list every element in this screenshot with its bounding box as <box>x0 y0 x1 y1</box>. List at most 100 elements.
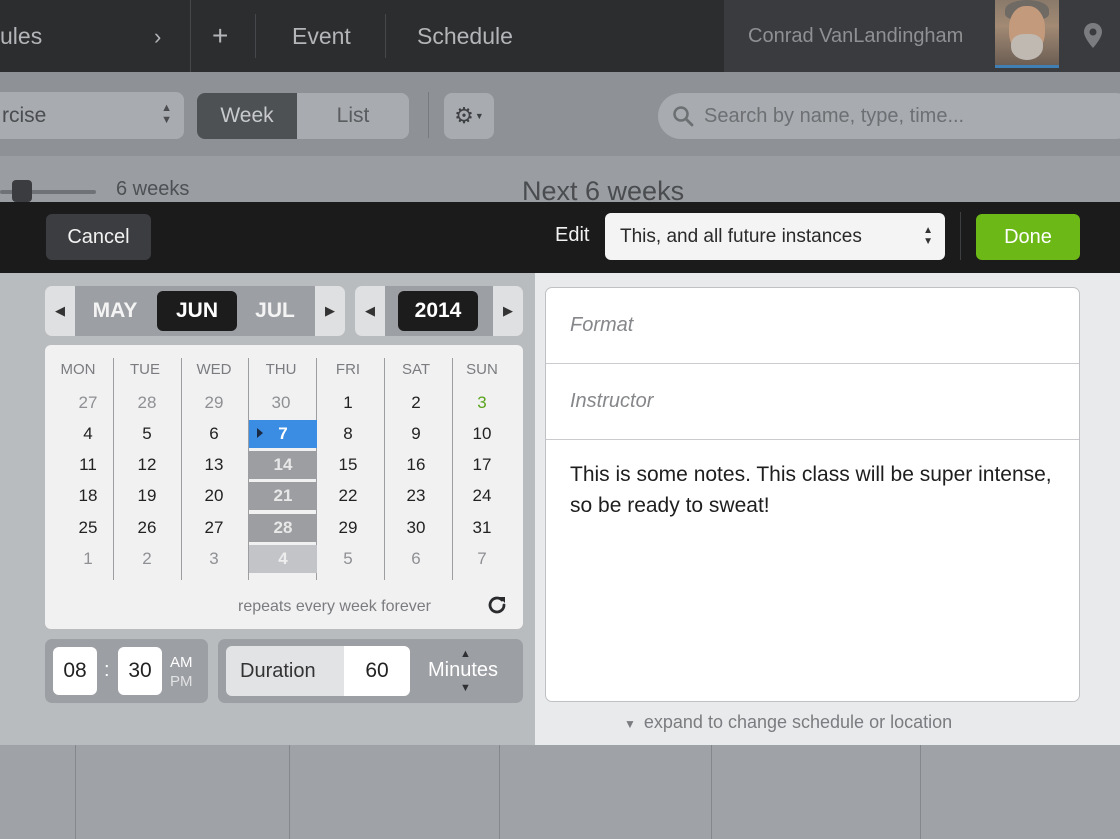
year-navigator: ◀ 2014 ▶ <box>355 286 523 336</box>
week-view-toggle[interactable]: Week <box>197 93 297 139</box>
am-option[interactable]: AM <box>170 653 193 672</box>
calendar-day[interactable]: 17 <box>451 451 513 479</box>
decrement-triangle-icon[interactable]: ▼ <box>460 682 471 694</box>
calendar-day[interactable]: 25 <box>57 514 119 542</box>
calendar-day-number: 29 <box>204 393 224 412</box>
calendar-day[interactable]: 4 <box>57 420 119 448</box>
weekday-header: FRI <box>335 361 361 378</box>
calendar-day-number: 1 <box>343 393 353 412</box>
nav-schedules[interactable]: ules › <box>0 0 190 72</box>
nav-schedule[interactable]: Schedule <box>417 0 513 72</box>
calendar-day[interactable]: 23 <box>385 482 447 510</box>
notes-textarea[interactable]: This is some notes. This class will be s… <box>570 459 1060 521</box>
calendar-day[interactable]: 12 <box>116 451 178 479</box>
calendar-day[interactable]: 6 <box>385 545 447 573</box>
list-view-toggle[interactable]: List <box>297 93 409 139</box>
nav-event[interactable]: Event <box>292 0 351 72</box>
calendar-day[interactable]: 29 <box>183 389 245 417</box>
calendar-day[interactable]: 2 <box>116 545 178 573</box>
calendar-day[interactable]: 30 <box>250 389 312 417</box>
calendar-day[interactable]: 8 <box>317 420 379 448</box>
month-current[interactable]: JUN <box>157 291 237 331</box>
calendar-day[interactable]: 9 <box>385 420 447 448</box>
calendar-day-number: 5 <box>343 549 353 568</box>
calendar-day[interactable]: 15 <box>317 451 379 479</box>
chevron-right-icon: › <box>154 24 162 49</box>
done-button[interactable]: Done <box>976 214 1080 260</box>
calendar-day-repeat[interactable]: 4 <box>249 545 317 573</box>
calendar-column-divider <box>181 358 182 580</box>
location-pin-icon[interactable] <box>1082 22 1104 55</box>
nav-divider <box>190 0 191 72</box>
calendar-day[interactable]: 5 <box>317 545 379 573</box>
cancel-button[interactable]: Cancel <box>46 214 151 260</box>
weekday-header: WED <box>196 361 232 378</box>
calendar-day-number: 17 <box>472 455 492 474</box>
instructor-field[interactable]: Instructor <box>546 364 1079 440</box>
calendar-day-number: 28 <box>273 518 293 537</box>
weeks-count-label: 6 weeks <box>116 178 190 200</box>
pm-option[interactable]: PM <box>170 672 193 691</box>
calendar-day[interactable]: 28 <box>116 389 178 417</box>
calendar-day[interactable]: 27 <box>183 514 245 542</box>
calendar-day-number: 31 <box>472 518 492 537</box>
calendar-day[interactable]: 29 <box>317 514 379 542</box>
triangle-down-icon: ▼ <box>624 717 636 731</box>
edit-scope-select[interactable]: This, and all future instances ▲ ▼ <box>605 213 945 260</box>
hour-field[interactable]: 08 <box>53 647 97 695</box>
calendar-day[interactable]: 31 <box>451 514 513 542</box>
calendar-day[interactable]: 6 <box>183 420 245 448</box>
user-area[interactable]: Conrad VanLandingham <box>724 0 1120 72</box>
weeks-slider-handle[interactable] <box>12 180 32 202</box>
search-input[interactable]: Search by name, type, time... <box>658 93 1120 139</box>
calendar-day[interactable]: 22 <box>317 482 379 510</box>
calendar-day[interactable]: 1 <box>317 389 379 417</box>
next-month-button[interactable]: ▶ <box>315 286 345 336</box>
prev-month-button[interactable]: ◀ <box>45 286 75 336</box>
weekday-header: SAT <box>401 361 431 378</box>
prev-year-button[interactable]: ◀ <box>355 286 385 336</box>
avatar[interactable] <box>995 0 1059 68</box>
calendar-day-repeat[interactable]: 14 <box>249 451 317 479</box>
month-prev[interactable]: MAY <box>75 291 155 331</box>
calendar-day[interactable]: 16 <box>385 451 447 479</box>
next-year-button[interactable]: ▶ <box>493 286 523 336</box>
calendar-day[interactable]: 10 <box>451 420 513 448</box>
calendar-day-number: 2 <box>142 549 152 568</box>
class-type-select[interactable]: rcise ▲ ▼ <box>0 92 184 139</box>
gear-icon: ⚙ <box>454 103 474 128</box>
month-next[interactable]: JUL <box>235 291 315 331</box>
duration-input[interactable]: 60 <box>344 646 410 696</box>
calendar-day[interactable]: 18 <box>57 482 119 510</box>
calendar-day[interactable]: 1 <box>57 545 119 573</box>
repeat-refresh-icon[interactable] <box>486 594 508 621</box>
year-current[interactable]: 2014 <box>398 291 478 331</box>
calendar-day[interactable]: 3 <box>451 389 513 417</box>
calendar-day[interactable]: 19 <box>116 482 178 510</box>
calendar-day-repeat[interactable]: 28 <box>249 514 317 542</box>
nav-divider <box>385 14 386 58</box>
calendar-day[interactable]: 20 <box>183 482 245 510</box>
calendar-day[interactable]: 26 <box>116 514 178 542</box>
calendar-day[interactable]: 30 <box>385 514 447 542</box>
calendar-day[interactable]: 27 <box>57 389 119 417</box>
settings-button[interactable]: ⚙ ▼ <box>444 93 494 139</box>
calendar-day[interactable]: 11 <box>57 451 119 479</box>
calendar-day[interactable]: 7 <box>451 545 513 573</box>
calendar-day[interactable]: 3 <box>183 545 245 573</box>
calendar-day-selected[interactable]: 7 <box>249 420 317 448</box>
ampm-toggle[interactable]: AM PM <box>170 653 193 691</box>
add-button[interactable]: + <box>212 0 236 72</box>
calendar-day-number: 30 <box>271 393 291 412</box>
calendar-day[interactable]: 13 <box>183 451 245 479</box>
expand-schedule-link[interactable]: ▼ expand to change schedule or location <box>624 712 952 733</box>
calendar-day-number: 21 <box>273 486 293 505</box>
calendar-day-repeat[interactable]: 21 <box>249 482 317 510</box>
minute-field[interactable]: 30 <box>118 647 162 695</box>
format-field[interactable]: Format <box>546 288 1079 364</box>
calendar-day[interactable]: 2 <box>385 389 447 417</box>
calendar-day[interactable]: 24 <box>451 482 513 510</box>
calendar-day[interactable]: 5 <box>116 420 178 448</box>
grid-line <box>920 745 921 839</box>
calendar-day-number: 4 <box>83 424 93 443</box>
